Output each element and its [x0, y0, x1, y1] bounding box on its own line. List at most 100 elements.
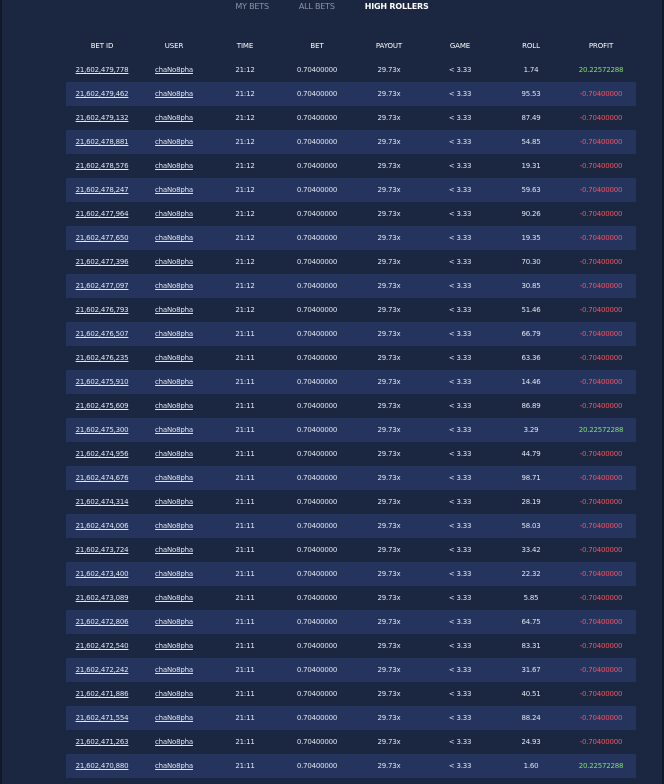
user-link[interactable]: chaNo8pha: [155, 738, 193, 746]
bet-id-link[interactable]: 21,602,471,886: [76, 690, 129, 698]
bet-id-link[interactable]: 21,602,474,676: [76, 474, 129, 482]
bet-id-link[interactable]: 21,602,473,400: [76, 570, 129, 578]
game-cell: < 3.33: [448, 186, 472, 194]
user-link[interactable]: chaNo8pha: [155, 402, 193, 410]
user-link[interactable]: chaNo8pha: [155, 378, 193, 386]
bet-id-link[interactable]: 21,602,474,956: [76, 450, 129, 458]
column-header-bet-id: BET ID: [90, 42, 114, 50]
bet-id-link[interactable]: 21,602,472,806: [76, 618, 129, 626]
bet-id-link[interactable]: 21,602,478,881: [76, 138, 129, 146]
bet-id-link[interactable]: 21,602,473,089: [76, 594, 129, 602]
user-link[interactable]: chaNo8pha: [155, 450, 193, 458]
game-cell: < 3.33: [448, 618, 472, 626]
user-link[interactable]: chaNo8pha: [155, 666, 193, 674]
bet-id-link[interactable]: 21,602,474,314: [76, 498, 129, 506]
bet-amount-cell: 0.70400000: [296, 642, 338, 650]
bet-id-link[interactable]: 21,602,477,396: [76, 258, 129, 266]
user-cell: chaNo8pha: [138, 466, 210, 490]
time-cell: 21:12: [235, 210, 255, 218]
user-link[interactable]: chaNo8pha: [155, 570, 193, 578]
user-link[interactable]: chaNo8pha: [155, 282, 193, 290]
table-row: 21,602,479,778 chaNo8pha 21:12 0.70400000 29…: [66, 58, 636, 82]
tab-all-bets[interactable]: ALL BETS: [299, 0, 335, 16]
bet-id-link[interactable]: 21,602,472,540: [76, 642, 129, 650]
user-link[interactable]: chaNo8pha: [155, 162, 193, 170]
user-link[interactable]: chaNo8pha: [155, 762, 193, 770]
column-header-payout: PAYOUT: [375, 42, 403, 50]
time-cell: 21:12: [235, 66, 255, 74]
bet-id-link[interactable]: 21,602,478,247: [76, 186, 129, 194]
bet-id-link[interactable]: 21,602,475,609: [76, 402, 129, 410]
bet-id-cell: 21,602,475,910: [66, 370, 138, 394]
bet-id-cell: 21,602,472,806: [66, 610, 138, 634]
table-row: 21,602,472,806 chaNo8pha 21:11 0.70400000 29…: [66, 610, 636, 634]
user-link[interactable]: chaNo8pha: [155, 498, 193, 506]
user-link[interactable]: chaNo8pha: [155, 210, 193, 218]
user-link[interactable]: chaNo8pha: [155, 66, 193, 74]
roll-cell: 14.46: [521, 378, 541, 386]
roll-cell: 70.30: [521, 258, 541, 266]
profit-cell: -0.70400000: [579, 234, 623, 242]
time-cell: 21:11: [235, 570, 255, 578]
bets-table-body: 21,602,479,778 chaNo8pha 21:12 0.70400000 29…: [66, 58, 636, 778]
user-link[interactable]: chaNo8pha: [155, 474, 193, 482]
profit-cell: -0.70400000: [579, 186, 623, 194]
table-row: 21,602,471,554 chaNo8pha 21:11 0.70400000 29…: [66, 706, 636, 730]
user-link[interactable]: chaNo8pha: [155, 354, 193, 362]
bet-id-link[interactable]: 21,602,479,132: [76, 114, 129, 122]
user-link[interactable]: chaNo8pha: [155, 306, 193, 314]
user-link[interactable]: chaNo8pha: [155, 546, 193, 554]
user-link[interactable]: chaNo8pha: [155, 594, 193, 602]
bet-id-link[interactable]: 21,602,477,097: [76, 282, 129, 290]
game-cell: < 3.33: [448, 570, 472, 578]
tab-high-rollers[interactable]: HIGH ROLLERS: [365, 0, 429, 16]
bet-id-link[interactable]: 21,602,475,300: [76, 426, 129, 434]
user-link[interactable]: chaNo8pha: [155, 618, 193, 626]
payout-cell: 29.73x: [377, 210, 401, 218]
bet-id-link[interactable]: 21,602,474,006: [76, 522, 129, 530]
user-link[interactable]: chaNo8pha: [155, 114, 193, 122]
time-cell: 21:11: [235, 618, 255, 626]
bet-id-link[interactable]: 21,602,476,235: [76, 354, 129, 362]
payout-cell: 29.73x: [377, 66, 401, 74]
user-link[interactable]: chaNo8pha: [155, 258, 193, 266]
user-cell: chaNo8pha: [138, 106, 210, 130]
bet-id-link[interactable]: 21,602,479,462: [76, 90, 129, 98]
bet-id-cell: 21,602,473,724: [66, 538, 138, 562]
user-link[interactable]: chaNo8pha: [155, 138, 193, 146]
bet-id-link[interactable]: 21,602,477,964: [76, 210, 129, 218]
bet-id-link[interactable]: 21,602,476,507: [76, 330, 129, 338]
bet-id-link[interactable]: 21,602,471,263: [76, 738, 129, 746]
tab-my-bets[interactable]: MY BETS: [235, 0, 269, 16]
bet-id-link[interactable]: 21,602,478,576: [76, 162, 129, 170]
column-header-game: GAME: [449, 42, 471, 50]
bet-id-link[interactable]: 21,602,476,793: [76, 306, 129, 314]
bet-amount-cell: 0.70400000: [296, 570, 338, 578]
roll-cell: 86.89: [521, 402, 541, 410]
bet-id-link[interactable]: 21,602,471,554: [76, 714, 129, 722]
user-link[interactable]: chaNo8pha: [155, 426, 193, 434]
user-link[interactable]: chaNo8pha: [155, 642, 193, 650]
roll-cell: 66.79: [521, 330, 541, 338]
user-link[interactable]: chaNo8pha: [155, 690, 193, 698]
profit-cell: -0.70400000: [579, 282, 623, 290]
user-cell: chaNo8pha: [138, 274, 210, 298]
user-link[interactable]: chaNo8pha: [155, 90, 193, 98]
user-link[interactable]: chaNo8pha: [155, 330, 193, 338]
bet-id-link[interactable]: 21,602,472,242: [76, 666, 129, 674]
game-cell: < 3.33: [448, 426, 472, 434]
user-link[interactable]: chaNo8pha: [155, 714, 193, 722]
bet-id-link[interactable]: 21,602,473,724: [76, 546, 129, 554]
bet-id-link[interactable]: 21,602,479,778: [76, 66, 129, 74]
table-row: 21,602,476,507 chaNo8pha 21:11 0.70400000 29…: [66, 322, 636, 346]
user-link[interactable]: chaNo8pha: [155, 186, 193, 194]
bet-id-link[interactable]: 21,602,470,880: [76, 762, 129, 770]
user-cell: chaNo8pha: [138, 394, 210, 418]
bet-id-link[interactable]: 21,602,475,910: [76, 378, 129, 386]
bet-id-link[interactable]: 21,602,477,650: [76, 234, 129, 242]
user-link[interactable]: chaNo8pha: [155, 522, 193, 530]
user-link[interactable]: chaNo8pha: [155, 234, 193, 242]
bet-amount-cell: 0.70400000: [296, 114, 338, 122]
column-header-profit: PROFIT: [588, 42, 614, 50]
bet-id-cell: 21,602,477,396: [66, 250, 138, 274]
